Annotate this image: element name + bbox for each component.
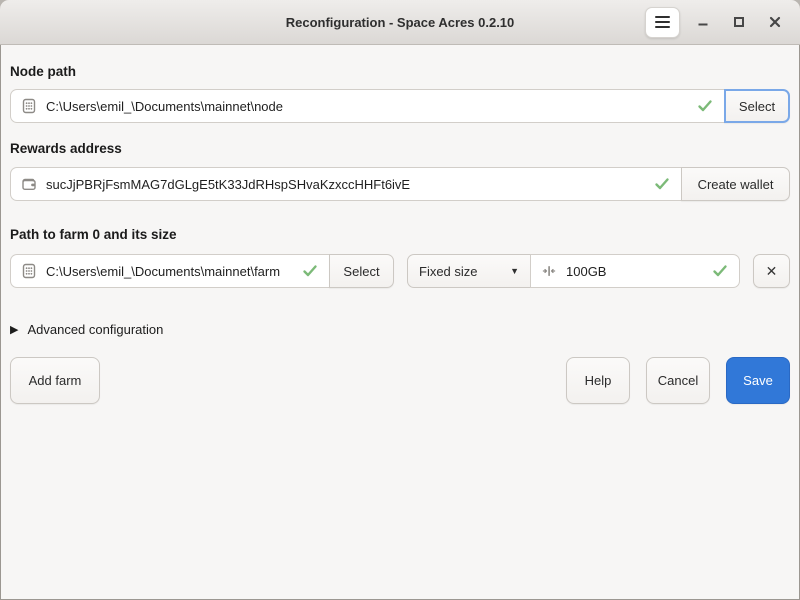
farm-path-input[interactable] xyxy=(46,264,292,279)
ssd-icon xyxy=(21,98,37,114)
app-window: Reconfiguration - Space Acres 0.2.10 xyxy=(0,0,800,600)
node-path-select-button[interactable]: Select xyxy=(724,89,790,123)
check-icon xyxy=(696,97,714,115)
save-button[interactable]: Save xyxy=(726,357,790,404)
farm-size-mode-dropdown[interactable]: Fixed size ▼ xyxy=(407,254,531,288)
expander-arrow-icon: ▶ xyxy=(10,323,18,336)
menu-button[interactable] xyxy=(645,7,680,38)
node-path-label: Node path xyxy=(10,64,790,79)
maximize-icon xyxy=(731,14,747,30)
farm-size-entry xyxy=(530,254,740,288)
cancel-button[interactable]: Cancel xyxy=(646,357,710,404)
node-path-row: Select xyxy=(10,89,790,123)
add-farm-button[interactable]: Add farm xyxy=(10,357,100,404)
node-path-entry xyxy=(10,89,725,123)
close-icon xyxy=(767,14,783,30)
wallet-icon xyxy=(21,176,37,192)
node-path-input[interactable] xyxy=(46,99,687,114)
resize-horizontal-icon xyxy=(541,263,557,279)
maximize-button[interactable] xyxy=(726,9,752,35)
titlebar-controls xyxy=(645,7,800,38)
chevron-down-icon: ▼ xyxy=(510,266,519,276)
x-icon: ✕ xyxy=(766,263,778,280)
check-icon xyxy=(653,175,671,193)
rewards-address-label: Rewards address xyxy=(10,141,790,156)
farm-size-mode-value: Fixed size xyxy=(419,264,478,279)
advanced-configuration-label: Advanced configuration xyxy=(27,322,163,337)
close-button[interactable] xyxy=(762,9,788,35)
farm-size-input[interactable] xyxy=(566,264,702,279)
titlebar: Reconfiguration - Space Acres 0.2.10 xyxy=(0,0,800,45)
farm-path-entry xyxy=(10,254,330,288)
rewards-address-input[interactable] xyxy=(46,177,644,192)
check-icon xyxy=(301,262,319,280)
farm-path-select-button[interactable]: Select xyxy=(329,254,394,288)
minimize-icon xyxy=(695,14,711,30)
footer-actions: Add farm Help Cancel Save xyxy=(10,357,790,404)
advanced-configuration-expander[interactable]: ▶ Advanced configuration xyxy=(10,322,790,337)
rewards-address-entry xyxy=(10,167,682,201)
farm-0-row: Select Fixed size ▼ xyxy=(10,254,790,288)
help-button[interactable]: Help xyxy=(566,357,630,404)
check-icon xyxy=(711,262,729,280)
ssd-icon xyxy=(21,263,37,279)
farm-0-label: Path to farm 0 and its size xyxy=(10,227,790,242)
remove-farm-button[interactable]: ✕ xyxy=(753,254,790,288)
rewards-address-row: Create wallet xyxy=(10,167,790,201)
create-wallet-button[interactable]: Create wallet xyxy=(681,167,790,201)
reconfiguration-form: Node path xyxy=(0,45,800,600)
minimize-button[interactable] xyxy=(690,9,716,35)
